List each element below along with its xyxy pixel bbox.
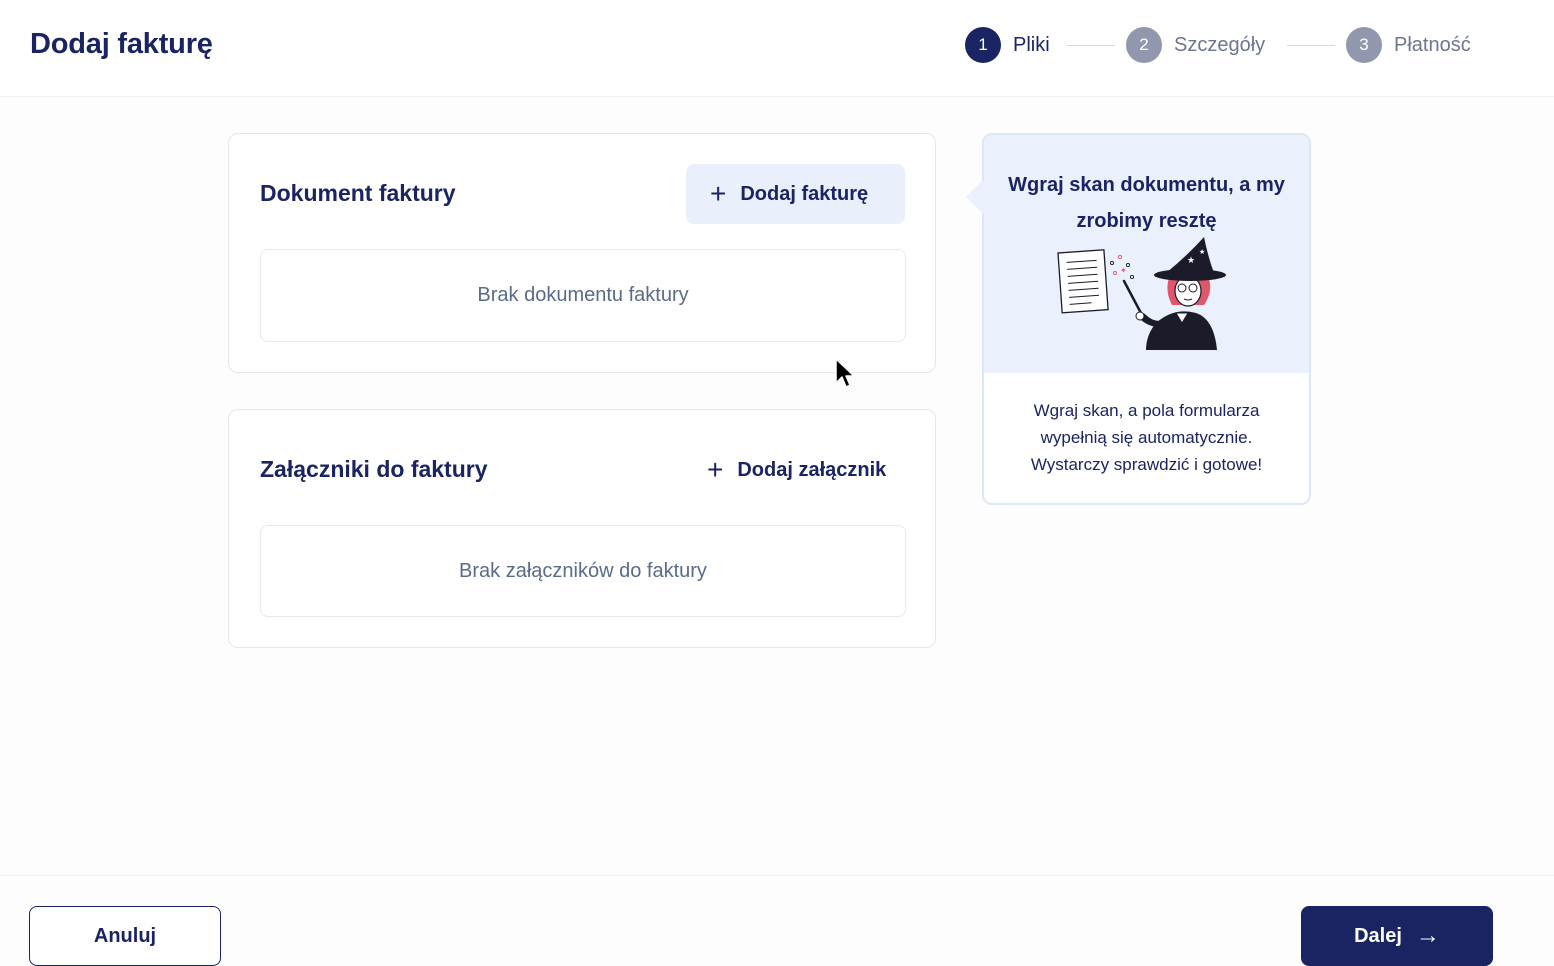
page-title: Dodaj fakturę bbox=[30, 28, 213, 60]
step-label: Szczegóły bbox=[1174, 33, 1266, 56]
page-header: Dodaj fakturę 1 Pliki 2 Szczegóły 3 Płat… bbox=[0, 0, 1554, 97]
mouse-cursor-icon bbox=[835, 358, 857, 397]
add-attachment-button[interactable]: + Dodaj załącznik bbox=[707, 440, 907, 500]
step-number: 1 bbox=[965, 27, 1001, 63]
add-attachment-label: Dodaj załącznik bbox=[737, 458, 887, 481]
svg-text:★: ★ bbox=[1187, 256, 1195, 266]
svg-text:✦: ✦ bbox=[1120, 266, 1127, 275]
plus-icon: + bbox=[710, 178, 727, 209]
attachments-empty-state: Brak załączników do faktury bbox=[260, 525, 906, 617]
cancel-button[interactable]: Anuluj bbox=[29, 906, 221, 966]
step-payment[interactable]: 3 Płatność bbox=[1346, 27, 1471, 63]
step-connector bbox=[1287, 45, 1335, 46]
add-invoice-label: Dodaj fakturę bbox=[740, 182, 869, 205]
step-files[interactable]: 1 Pliki bbox=[965, 27, 1050, 63]
step-label: Płatność bbox=[1394, 33, 1471, 56]
card-title: Załączniki do faktury bbox=[260, 456, 488, 482]
plus-icon: + bbox=[707, 454, 724, 485]
step-label: Pliki bbox=[1013, 33, 1050, 56]
card-title: Dokument faktury bbox=[260, 180, 456, 206]
hint-title: Wgraj skan dokumentu, a my zrobimy reszt… bbox=[1008, 174, 1285, 232]
step-connector bbox=[1067, 45, 1115, 46]
invoice-empty-state: Brak dokumentu faktury bbox=[260, 249, 906, 342]
hint-description: Wgraj skan, a pola formularza wypełnią s… bbox=[1030, 401, 1263, 474]
add-invoice-button[interactable]: + Dodaj fakturę bbox=[686, 164, 905, 224]
step-number: 2 bbox=[1126, 27, 1162, 63]
next-label: Dalej bbox=[1354, 924, 1402, 947]
next-button[interactable]: Dalej → bbox=[1301, 906, 1493, 966]
scan-hint-panel: Wgraj skan dokumentu, a my zrobimy reszt… bbox=[966, 133, 1311, 505]
step-details[interactable]: 2 Szczegóły bbox=[1126, 27, 1265, 63]
attachments-card: Załączniki do faktury + Dodaj załącznik … bbox=[228, 409, 936, 648]
svg-text:★: ★ bbox=[1199, 248, 1205, 256]
arrow-right-icon: → bbox=[1415, 922, 1440, 949]
invoice-document-card: Dokument faktury + Dodaj fakturę Brak do… bbox=[228, 133, 936, 373]
wizard-illustration: ✦ ★ ★ bbox=[1054, 235, 1244, 360]
step-number: 3 bbox=[1346, 27, 1382, 63]
